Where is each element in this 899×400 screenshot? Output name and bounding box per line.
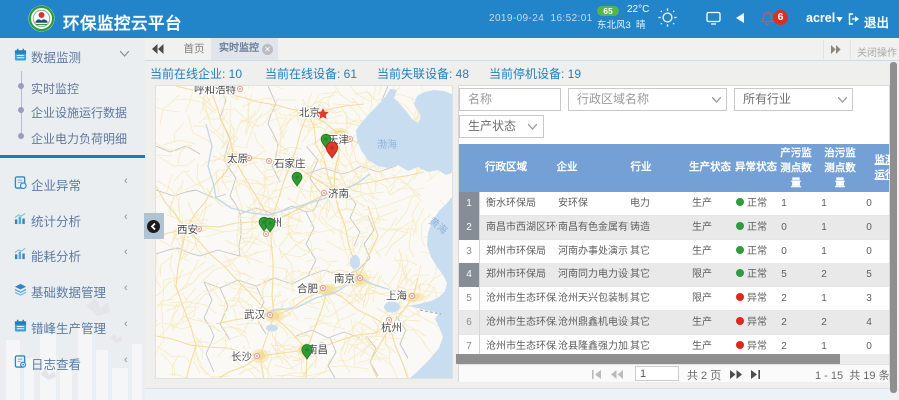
svg-text:济南: 济南 <box>328 187 349 200</box>
svg-text:上海: 上海 <box>386 289 407 302</box>
svg-text:武汉: 武汉 <box>244 308 265 321</box>
svg-text:北京: 北京 <box>299 106 320 119</box>
svg-text:杭州: 杭州 <box>381 321 402 334</box>
svg-text:西安: 西安 <box>177 223 198 236</box>
svg-text:合肥: 合肥 <box>297 282 318 295</box>
svg-text:长沙: 长沙 <box>231 351 252 363</box>
svg-text:渤海: 渤海 <box>377 138 397 151</box>
svg-text:南京: 南京 <box>334 272 355 285</box>
svg-text:石家庄: 石家庄 <box>274 157 306 170</box>
svg-text:太原: 太原 <box>227 152 248 165</box>
svg-text:呼和浩特: 呼和浩特 <box>194 86 236 96</box>
